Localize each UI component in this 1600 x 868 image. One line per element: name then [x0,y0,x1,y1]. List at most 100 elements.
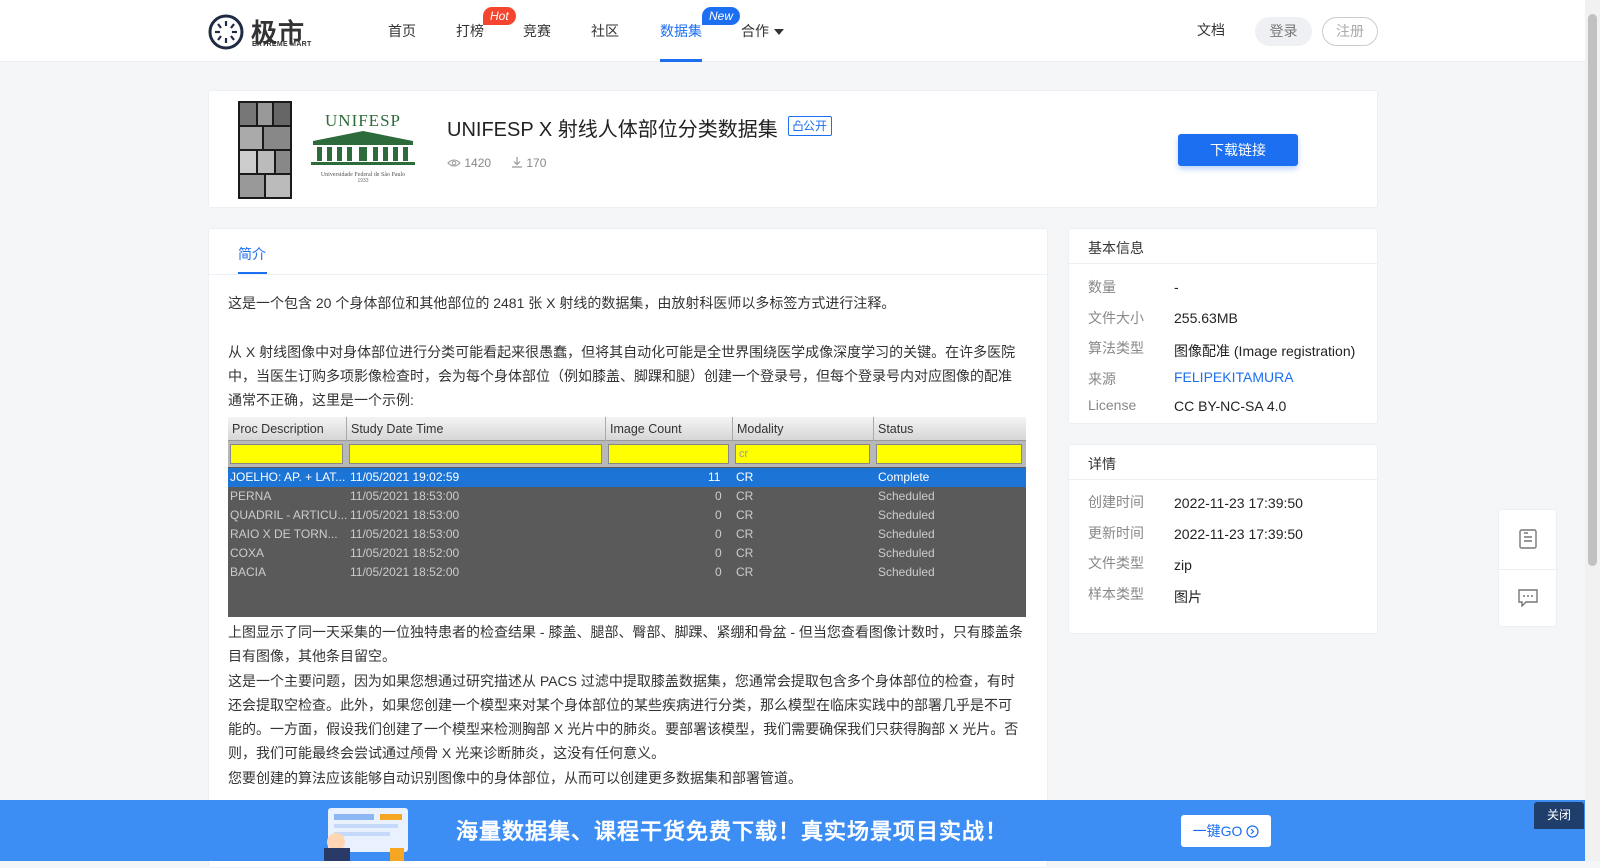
feedback-button[interactable] [1499,570,1558,628]
logo-subtext: EXTREME MART [252,41,312,48]
nav-competition[interactable]: 竞赛 [523,0,551,62]
eye-icon [447,159,461,167]
basic-info-title: 基本信息 [1088,240,1144,256]
intro-paragraph-1: 这是一个包含 20 个身体部位和其他部位的 2481 张 X 射线的数据集，由放… [228,295,896,311]
visibility-tag: 公开 [788,116,833,136]
cell-count: 11 [708,470,721,484]
detail-value: 图片 [1174,589,1202,605]
download-link-button[interactable]: 下载链接 [1178,134,1298,166]
site-logo[interactable]: 极市 EXTREME MART [207,12,327,52]
dataset-title: UNIFESP X 射线人体部位分类数据集 [447,119,778,141]
cell-modality: CR [736,546,754,560]
table-row: JOELHO: AP. + LAT... 11/05/2021 19:02:59… [228,468,1026,487]
cell-modality: CR [736,527,754,541]
filter-cell-modality: cr [735,444,870,464]
nav-cooperation-label: 合作 [741,23,769,39]
col-modality: Modality [733,417,874,441]
cell-proc: JOELHO: AP. + LAT... [230,470,346,484]
detail-label: 创建时间 [1088,494,1144,510]
intro-paragraph-3: 上图显示了同一天采集的一位独特患者的检查结果 - 膝盖、腿部、臀部、脚踝、紧绷和… [228,624,1023,664]
cell-status: Scheduled [878,508,935,522]
banner-text: 海量数据集、课程干货免费下载！真实场景项目实战！ [456,819,1009,844]
table-row: RAIO X DE TORN... 11/05/2021 18:53:00 0 … [228,525,1026,544]
worklist-header: Proc Description Study Date Time Image C… [228,417,1026,441]
cell-date: 11/05/2021 18:53:00 [350,508,460,522]
table-row: BACIA 11/05/2021 18:52:00 0 CR Scheduled [228,563,1026,582]
document-icon [1519,529,1537,549]
detail-label: 更新时间 [1088,525,1144,541]
downloads-count: 170 [526,156,547,170]
download-icon [512,157,522,168]
nav-leaderboard[interactable]: 打榜 [456,0,484,62]
filter-cell [349,444,602,464]
col-image-count: Image Count [606,417,733,441]
details-title: 详情 [1088,456,1116,472]
tab-divider [209,274,1047,275]
logo-mark-icon [208,14,244,50]
cell-count: 0 [715,489,722,503]
cell-proc: QUADRIL - ARTICU... [230,508,348,522]
source-link[interactable]: FELIPEKITAMURA [1174,369,1294,385]
views-count: 1420 [464,156,492,170]
cell-status: Scheduled [878,546,935,560]
arrow-circle-icon [1246,825,1259,838]
nav-home[interactable]: 首页 [388,0,416,62]
detail-value: zip [1174,557,1192,573]
detail-label: 样本类型 [1088,586,1144,602]
worklist-filter-row: cr [228,441,1026,467]
docs-link[interactable]: 文档 [1197,20,1225,40]
cell-date: 11/05/2021 18:53:00 [350,489,460,503]
xray-image-icon [240,103,290,197]
intro-paragraph-4: 这是一个主要问题，因为如果您想通过研究描述从 PACS 过滤中提取膝盖数据集，您… [228,673,1019,761]
example-worklist-image: Proc Description Study Date Time Image C… [228,417,1026,617]
detail-value: 2022-11-23 17:39:50 [1174,495,1303,511]
cell-status: Complete [878,470,930,484]
new-badge: New [702,7,741,25]
info-value: 图像配准 (Image registration) [1174,343,1356,359]
col-study-date-time: Study Date Time [347,417,606,441]
scrollbar-thumb[interactable] [1588,14,1597,566]
xray-thumbnail [238,101,292,199]
register-button[interactable]: 注册 [1322,17,1378,46]
intro-paragraph-2: 从 X 射线图像中对身体部位进行分类可能看起来很愚蠢，但将其自动化可能是全世界围… [228,344,1016,408]
info-value: 255.63MB [1174,310,1238,326]
tab-intro[interactable]: 简介 [238,244,266,264]
message-icon [1518,589,1538,607]
filter-cell [230,444,343,464]
banner-go-button[interactable]: 一键GO [1181,815,1271,847]
col-proc-description: Proc Description [228,417,347,441]
login-button[interactable]: 登录 [1255,17,1312,46]
info-value: - [1174,279,1179,295]
active-nav-indicator [660,59,702,62]
caret-down-icon [774,29,784,36]
info-label: License [1088,397,1137,413]
document-button[interactable] [1499,510,1558,569]
cell-proc: PERNA [230,489,272,503]
dataset-cover: UNIFESP Universidade Federal de São Paul… [238,101,429,199]
cell-modality: CR [736,565,754,579]
cell-status: Scheduled [878,489,935,503]
nav-community[interactable]: 社区 [591,0,619,62]
cell-proc: BACIA [230,565,267,579]
cell-modality: CR [736,508,754,522]
cell-date: 11/05/2021 19:02:59 [350,470,460,484]
cell-date: 11/05/2021 18:53:00 [350,527,460,541]
promo-banner: 海量数据集、课程干货免费下载！真实场景项目实战！ [0,800,1585,861]
info-label: 算法类型 [1088,340,1144,356]
table-row: QUADRIL - ARTICU... 11/05/2021 18:53:00 … [228,506,1026,525]
divider [1069,479,1377,480]
banner-close-button[interactable]: 关闭 [1534,802,1584,829]
cell-count: 0 [715,565,722,579]
nav-cooperation[interactable]: 合作 [741,0,784,62]
cover-year: 1933 [357,178,369,184]
nav-datasets[interactable]: 数据集 [660,0,702,62]
promo-illustration-icon [324,808,408,861]
views-stat: 1420 [447,156,491,170]
info-label: 来源 [1088,371,1116,387]
cell-status: Scheduled [878,565,935,579]
intro-paragraph-5: 您要创建的算法应该能够自动识别图像中的身体部位，从而可以创建更多数据集和部署管道… [228,770,802,786]
cell-date: 11/05/2021 18:52:00 [350,546,460,560]
table-row: PERNA 11/05/2021 18:53:00 0 CR Scheduled [228,487,1026,506]
divider [1069,263,1377,264]
filter-cell [876,444,1022,464]
